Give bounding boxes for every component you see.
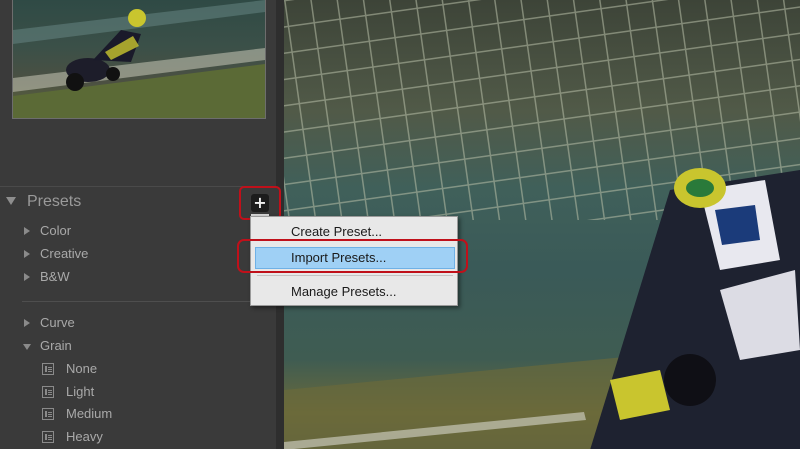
menu-item-label: Manage Presets... (291, 284, 397, 299)
group-divider (22, 301, 254, 302)
preset-group-label: B&W (40, 269, 70, 284)
rider-image (590, 168, 800, 449)
collapse-triangle-icon[interactable] (6, 197, 16, 205)
plus-icon[interactable]: + (251, 194, 269, 212)
expand-triangle-icon[interactable] (24, 227, 30, 235)
panel-divider (0, 186, 276, 187)
navigator-thumbnail-image (13, 0, 265, 118)
preset-item-medium[interactable]: Medium (0, 405, 240, 425)
navigator-preview[interactable] (12, 0, 266, 119)
preset-group-color[interactable]: Color (0, 222, 240, 242)
menu-item-manage-presets[interactable]: Manage Presets... (251, 281, 457, 303)
add-preset-button[interactable]: + (239, 186, 281, 220)
preset-item-none[interactable]: None (0, 360, 240, 380)
preset-group-grain[interactable]: Grain (0, 337, 240, 357)
preset-document-icon (42, 408, 54, 420)
preset-group-label: Curve (40, 315, 75, 330)
left-panel: Presets Color Creative B&W Curve Grain N… (0, 0, 276, 449)
menu-item-label: Create Preset... (291, 224, 383, 239)
preset-item-label: Light (66, 384, 95, 399)
preset-item-label: None (66, 361, 98, 376)
preset-group-label: Color (40, 223, 72, 238)
collapse-triangle-icon[interactable] (23, 344, 31, 350)
preset-document-icon (42, 386, 54, 398)
preset-group-label: Grain (40, 338, 72, 353)
menu-separator (257, 275, 453, 276)
preset-document-icon (42, 363, 54, 375)
preset-group-bw[interactable]: B&W (0, 268, 240, 288)
preset-document-icon (42, 431, 54, 443)
preset-group-curve[interactable]: Curve (0, 314, 240, 334)
preset-item-label: Medium (66, 406, 113, 421)
preset-group-creative[interactable]: Creative (0, 245, 240, 265)
expand-triangle-icon[interactable] (24, 273, 30, 281)
expand-triangle-icon[interactable] (24, 250, 30, 258)
presets-section-header[interactable]: Presets (0, 188, 276, 218)
expand-triangle-icon[interactable] (24, 319, 30, 327)
preset-item-label: Heavy (66, 429, 103, 444)
preset-group-label: Creative (40, 246, 89, 261)
preset-item-light[interactable]: Light (0, 383, 240, 403)
highlight-frame (237, 239, 468, 273)
preset-item-heavy[interactable]: Heavy (0, 428, 240, 448)
presets-title: Presets (27, 193, 82, 210)
